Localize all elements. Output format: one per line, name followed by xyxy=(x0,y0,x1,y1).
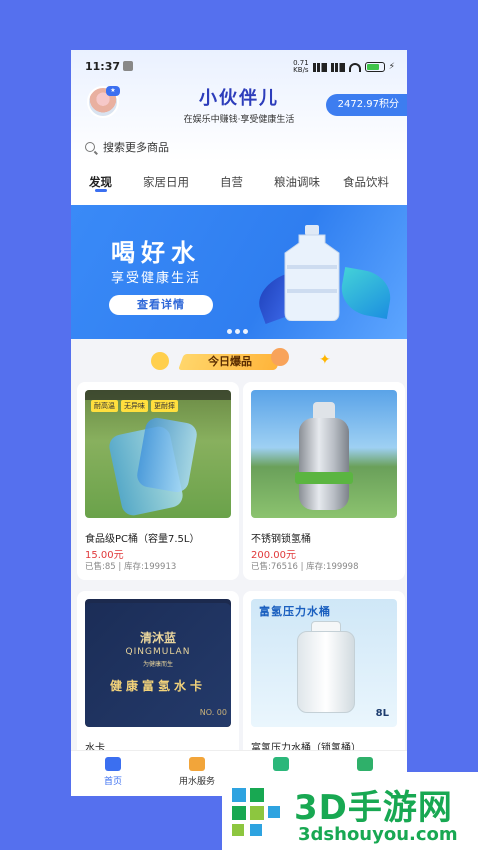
search-input[interactable]: 搜索更多商品 xyxy=(103,139,169,155)
product-price: 200.00元 xyxy=(251,550,296,561)
product-tag: 耐高温 xyxy=(91,400,118,412)
emoji-icon-2 xyxy=(271,348,289,366)
category-tabs: 发现 家居日用 自营 粮油调味 食品饮料 xyxy=(71,170,407,200)
watermark-title: 3D手游网 xyxy=(294,788,453,828)
search-icon xyxy=(85,142,95,152)
drum-shape xyxy=(297,631,355,713)
carousel-dots[interactable] xyxy=(227,329,248,334)
nav-water-service[interactable]: 用水服务 xyxy=(167,757,227,787)
carousel-dot[interactable] xyxy=(243,329,248,334)
product-card[interactable]: 富氢压力水桶 8L 富氢压力水桶（锁氢桶） xyxy=(243,591,405,761)
watermark-url: 3dshouyou.com xyxy=(298,824,458,845)
banner-title: 喝好水 xyxy=(111,239,201,267)
promo-banner[interactable]: 喝好水 享受健康生活 查看详情 xyxy=(71,205,407,339)
image-banner xyxy=(85,390,231,400)
tab-food-drinks[interactable]: 食品饮料 xyxy=(343,174,389,190)
product-image: 富氢压力水桶 8L xyxy=(251,599,397,727)
card-text: 健康富氢水卡 xyxy=(109,679,206,693)
signal-icon xyxy=(312,62,327,72)
status-bar: 11:37 0.71 KB/s ⚡ xyxy=(85,60,395,76)
product-card[interactable]: 不锈钢锁氢桶 200.00元 已售:76516 | 库存:199998 xyxy=(243,382,405,580)
card-brand: 清沐蓝 xyxy=(139,631,176,645)
carousel-dot[interactable] xyxy=(227,329,232,334)
app-header: ★ 小伙伴儿 在娱乐中赚钱·享受健康生活 2472.97积分 xyxy=(71,82,407,128)
water-card-image: 清沐蓝 QINGMULAN 为健康而生 健康富氢水卡 NO. 00 xyxy=(85,603,231,727)
emoji-icon xyxy=(151,352,169,370)
product-tag: 更耐摔 xyxy=(151,400,178,412)
tank-band xyxy=(295,472,353,484)
charging-icon: ⚡ xyxy=(388,62,395,72)
profile-icon xyxy=(357,757,373,771)
network-speed: 0.71 KB/s xyxy=(293,59,309,74)
watermark: 3D手游网 3dshouyou.com xyxy=(222,772,478,850)
battery-icon xyxy=(364,62,385,72)
home-icon xyxy=(105,757,121,771)
points-badge[interactable]: 2472.97积分 xyxy=(325,94,407,116)
image-title: 富氢压力水桶 xyxy=(259,605,331,618)
tab-grain-oil[interactable]: 粮油调味 xyxy=(274,174,320,190)
nav-label: 用水服务 xyxy=(178,777,215,787)
sparkle-icon: ✦ xyxy=(319,352,331,368)
status-icons: 0.71 KB/s ⚡ xyxy=(293,60,395,74)
top-area: 11:37 0.71 KB/s ⚡ ★ 小伙伴儿 在娱乐中赚钱·享受健康生活 24… xyxy=(71,50,407,210)
product-stats: 已售:76516 | 库存:199998 xyxy=(251,562,359,572)
product-card[interactable]: 清沐蓝 QINGMULAN 为健康而生 健康富氢水卡 NO. 00 水卡 xyxy=(77,591,239,761)
notification-icon xyxy=(123,61,134,71)
product-card[interactable]: 耐高温 无异味 更耐摔 食品级PC桶（容量7.5L） 15.00元 已售:85 … xyxy=(77,382,239,580)
banner-subtitle: 享受健康生活 xyxy=(111,271,202,286)
bag-icon xyxy=(273,757,289,771)
product-image: 清沐蓝 QINGMULAN 为健康而生 健康富氢水卡 NO. 00 xyxy=(85,599,231,727)
section-title: 今日爆品 xyxy=(208,355,252,368)
product-tag: 无异味 xyxy=(121,400,148,412)
card-slogan: 为健康而生 xyxy=(142,661,173,668)
nav-home[interactable]: 首页 xyxy=(83,757,143,787)
wifi-icon xyxy=(348,62,361,72)
product-image: 耐高温 无异味 更耐摔 xyxy=(85,390,231,518)
tab-home-goods[interactable]: 家居日用 xyxy=(143,174,189,190)
tab-self-operated[interactable]: 自营 xyxy=(220,174,243,190)
watermark-logo-icon xyxy=(232,788,280,836)
wallet-icon xyxy=(189,757,205,771)
product-stats: 已售:85 | 库存:199913 xyxy=(85,562,177,572)
phone-screen: 11:37 0.71 KB/s ⚡ ★ 小伙伴儿 在娱乐中赚钱·享受健康生活 24… xyxy=(71,50,407,796)
status-time: 11:37 xyxy=(85,60,134,73)
product-name: 食品级PC桶（容量7.5L） xyxy=(85,534,200,545)
tank-shape xyxy=(299,418,349,510)
card-brand-en: QINGMULAN xyxy=(125,647,191,657)
nav-label: 首页 xyxy=(103,777,122,787)
signal-icon-2 xyxy=(330,62,345,72)
water-bottle-image xyxy=(284,225,340,321)
product-image xyxy=(251,390,397,518)
carousel-dot[interactable] xyxy=(235,329,240,334)
tab-discover[interactable]: 发现 xyxy=(89,174,112,190)
product-tags: 耐高温 无异味 更耐摔 xyxy=(91,400,178,412)
search-bar[interactable]: 搜索更多商品 xyxy=(85,136,393,158)
view-details-button[interactable]: 查看详情 xyxy=(109,295,213,315)
capacity-badge: 8L xyxy=(375,708,389,719)
hot-section-header: 今日爆品 ✦ xyxy=(71,348,407,374)
product-name: 不锈钢锁氢桶 xyxy=(251,534,311,545)
card-number: NO. 00 xyxy=(199,708,227,717)
product-price: 15.00元 xyxy=(85,550,124,561)
bottle-shape xyxy=(135,416,199,494)
